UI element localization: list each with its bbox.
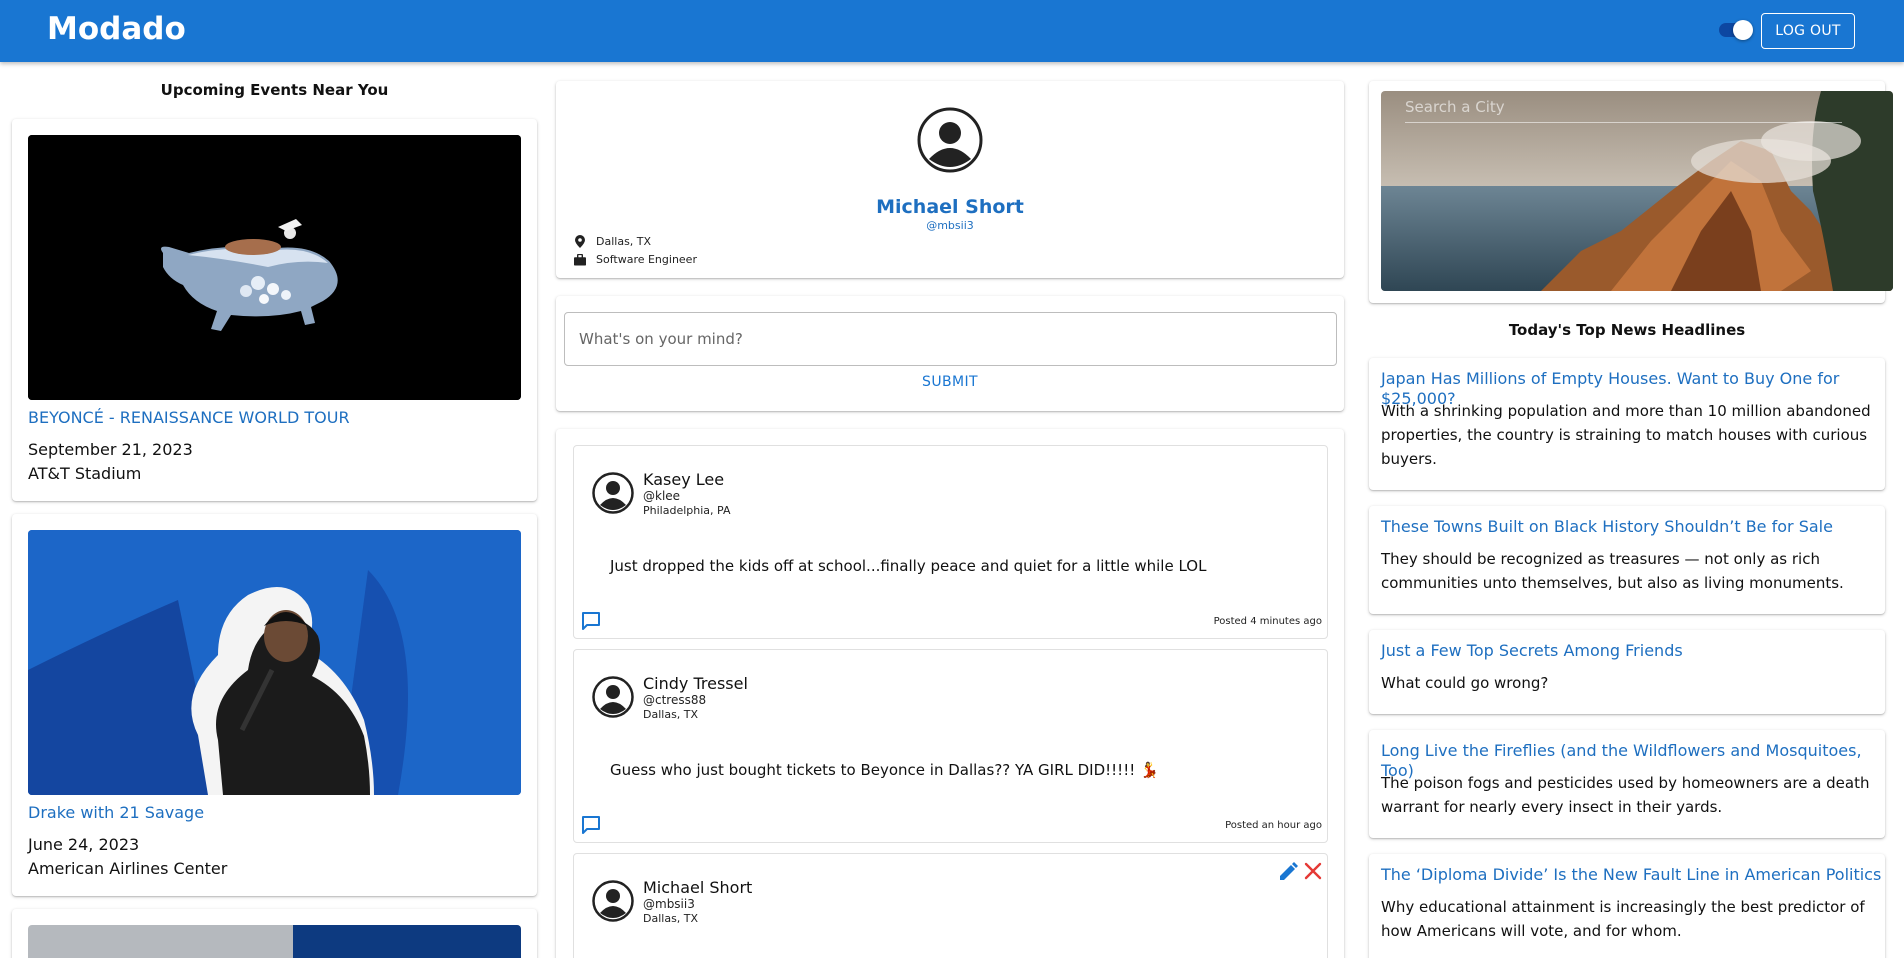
profile-location-text: Dallas, TX: [596, 235, 652, 248]
profile-name: Michael Short: [876, 196, 1024, 218]
comment-icon[interactable]: [580, 610, 602, 632]
post-author-location: Dallas, TX: [643, 708, 699, 721]
event-venue: American Airlines Center: [28, 859, 228, 878]
news-heading: Today's Top News Headlines: [1508, 321, 1746, 339]
news-description: They should be recognized as treasures —…: [1381, 550, 1844, 592]
event-card: [12, 909, 537, 958]
news-card: Long Live the Fireflies (and the Wildflo…: [1369, 730, 1885, 838]
post-item: Cindy Tressel @ctress88 Dallas, TX Guess…: [573, 649, 1328, 843]
theme-toggle[interactable]: [1719, 20, 1753, 40]
event-date: September 21, 2023: [28, 440, 193, 459]
news-description: The poison fogs and pesticides used by h…: [1381, 774, 1870, 816]
profile-handle: @mbsii3: [926, 219, 974, 232]
comment-icon[interactable]: [580, 814, 602, 836]
edit-icon[interactable]: [1277, 861, 1299, 883]
landscape-image: [1381, 91, 1893, 291]
post-timestamp: Posted 4 minutes ago: [1213, 616, 1322, 627]
events-heading: Upcoming Events Near You: [160, 81, 389, 99]
event-date: June 24, 2023: [28, 835, 140, 854]
post-author-name[interactable]: Michael Short: [643, 878, 752, 897]
post-author-location: Dallas, TX: [643, 912, 699, 925]
app-bar: Modado LOG OUT: [0, 0, 1904, 62]
city-search-input[interactable]: Search a City: [1405, 98, 1505, 116]
news-headline[interactable]: These Towns Built on Black History Shoul…: [1381, 517, 1833, 537]
user-avatar-icon[interactable]: [592, 472, 634, 514]
toggle-knob[interactable]: [1733, 20, 1753, 40]
beyonce-horse-image: [28, 135, 521, 400]
city-landscape-image: Search a City: [1381, 91, 1893, 291]
submit-button[interactable]: SUBMIT: [900, 374, 1000, 390]
post-author-handle: @klee: [643, 489, 681, 503]
post-timestamp: Posted an hour ago: [1225, 820, 1322, 831]
profile-location: Dallas, TX: [574, 235, 651, 248]
post-input[interactable]: What's on your mind?: [564, 312, 1337, 366]
news-description: With a shrinking population and more tha…: [1381, 402, 1871, 468]
location-pin-icon: [574, 235, 586, 248]
profile-avatar-icon[interactable]: [917, 107, 983, 173]
event-image[interactable]: [28, 530, 521, 795]
event-venue: AT&T Stadium: [28, 464, 142, 483]
user-avatar-icon[interactable]: [592, 676, 634, 718]
post-author-handle: @mbsii3: [643, 897, 695, 911]
post-author-location: Philadelphia, PA: [643, 504, 731, 517]
event-title[interactable]: Drake with 21 Savage: [28, 803, 204, 822]
news-description: What could go wrong?: [1381, 674, 1549, 692]
event-image[interactable]: [28, 925, 521, 958]
briefcase-icon: [574, 253, 586, 266]
user-avatar-icon[interactable]: [592, 880, 634, 922]
search-underline: [1405, 122, 1842, 123]
event-title[interactable]: BEYONCÉ - RENAISSANCE WORLD TOUR: [28, 408, 350, 427]
event-card: Drake with 21 Savage June 24, 2023 Ameri…: [12, 514, 537, 896]
post-author-handle: @ctress88: [643, 693, 707, 707]
news-headline[interactable]: Just a Few Top Secrets Among Friends: [1381, 641, 1683, 661]
app-logo[interactable]: Modado: [47, 11, 186, 47]
news-card: The ‘Diploma Divide’ Is the New Fault Li…: [1369, 854, 1885, 958]
news-card: These Towns Built on Black History Shoul…: [1369, 506, 1885, 614]
news-headline[interactable]: The ‘Diploma Divide’ Is the New Fault Li…: [1381, 865, 1881, 885]
post-item: Kasey Lee @klee Philadelphia, PA Just dr…: [573, 445, 1328, 639]
logout-button[interactable]: LOG OUT: [1761, 13, 1855, 49]
post-body: Just dropped the kids off at school...fi…: [610, 557, 1207, 575]
post-body: Guess who just bought tickets to Beyonce…: [610, 761, 1159, 779]
post-item: Michael Short @mbsii3 Dallas, TX: [573, 853, 1328, 958]
event-card: BEYONCÉ - RENAISSANCE WORLD TOUR Septemb…: [12, 119, 537, 501]
post-author-name[interactable]: Kasey Lee: [643, 470, 724, 489]
profile-occupation: Software Engineer: [574, 253, 697, 266]
drake-concert-image: [28, 530, 521, 795]
news-card: Japan Has Millions of Empty Houses. Want…: [1369, 358, 1885, 490]
news-card: Just a Few Top Secrets Among Friends Wha…: [1369, 630, 1885, 714]
delete-icon[interactable]: [1303, 861, 1323, 881]
event-image[interactable]: [28, 135, 521, 400]
post-author-name[interactable]: Cindy Tressel: [643, 674, 748, 693]
news-description: Why educational attainment is increasing…: [1381, 898, 1865, 940]
profile-occupation-text: Software Engineer: [596, 253, 697, 266]
